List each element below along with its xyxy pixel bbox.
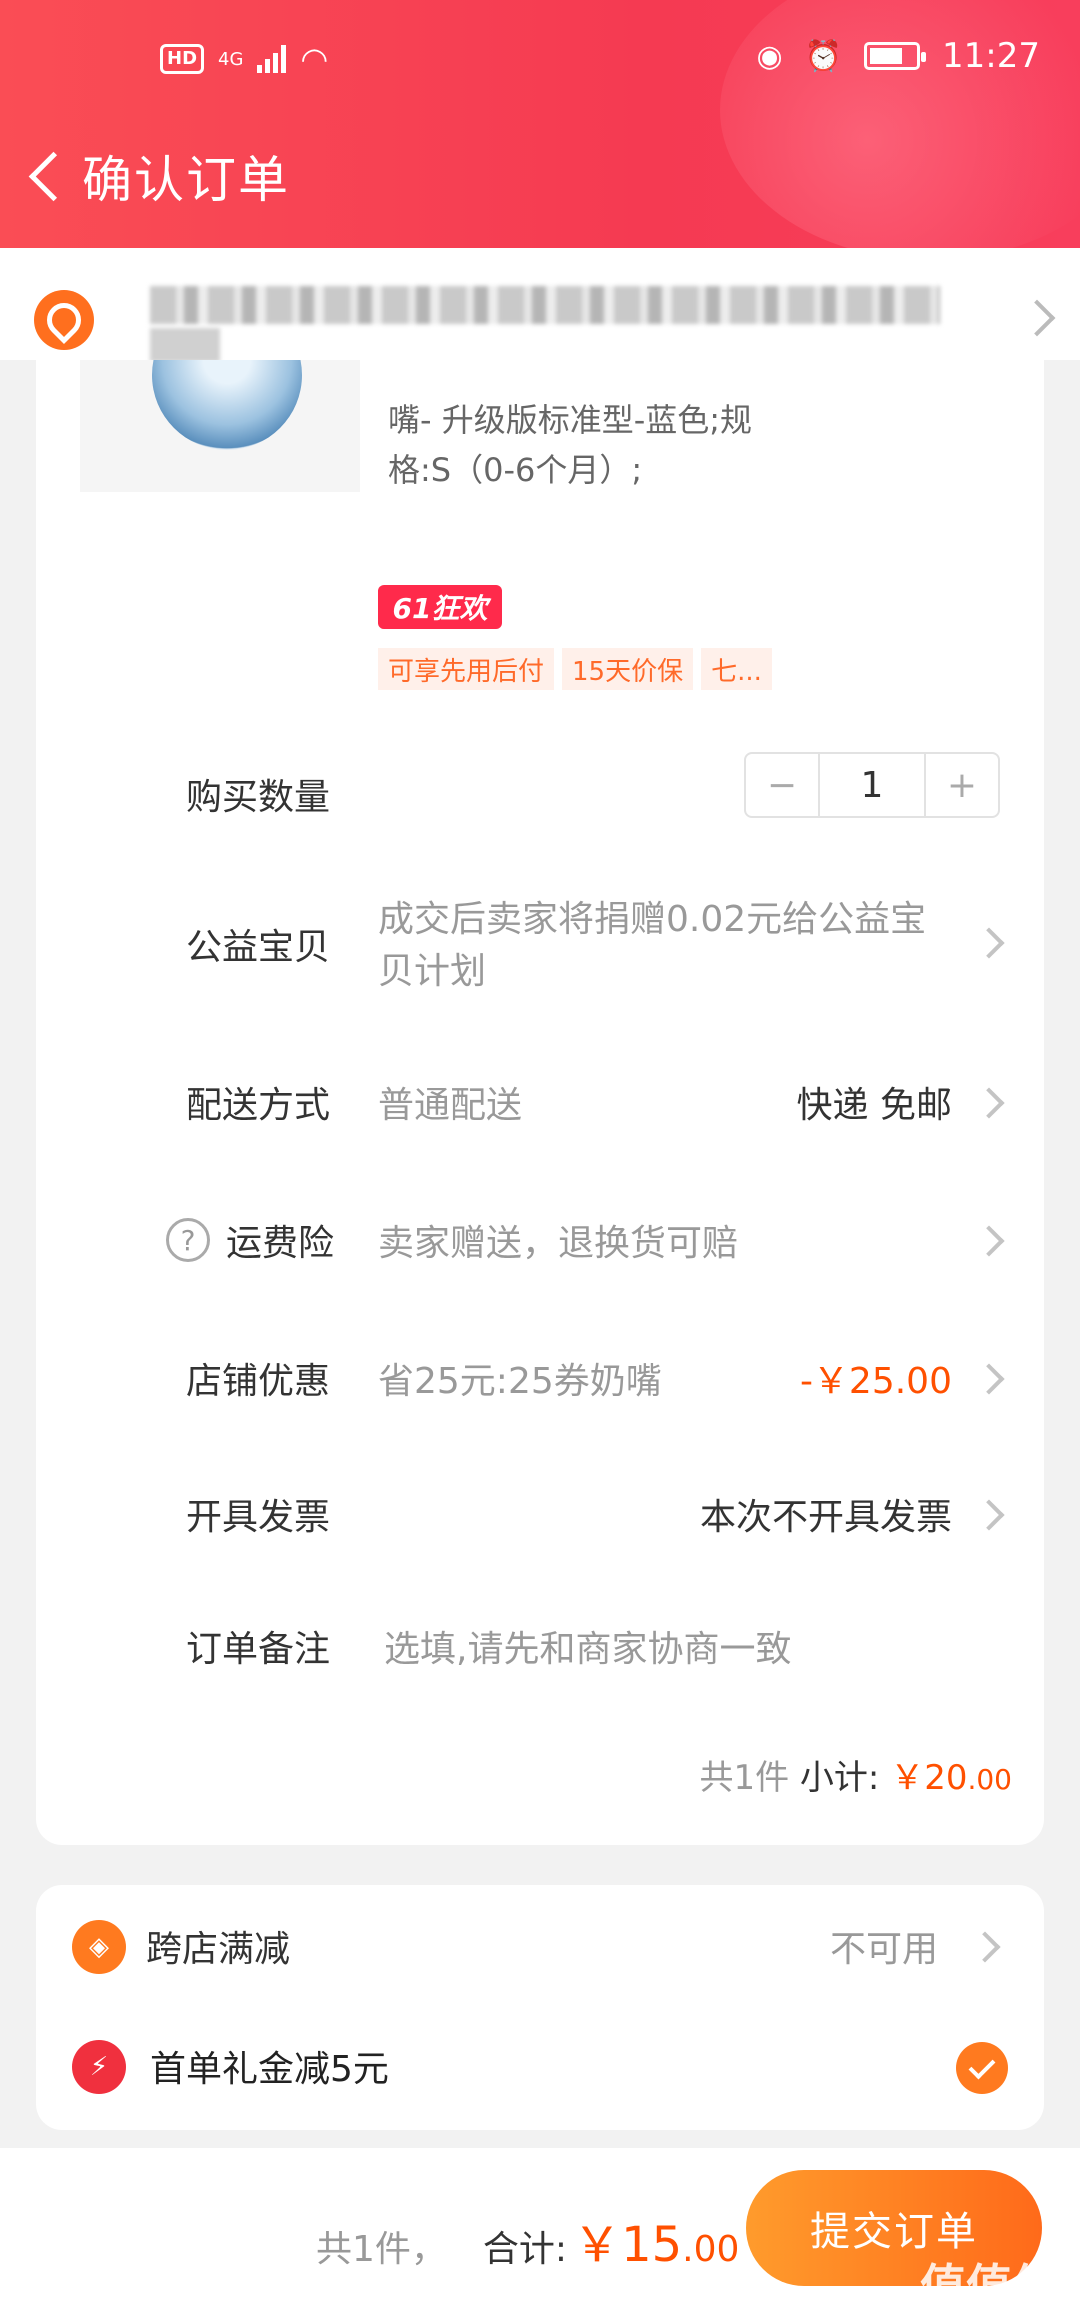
insurance-label: 运费险 xyxy=(226,1223,335,1264)
delivery-desc: 普通配送 xyxy=(378,1085,523,1126)
shop-discount-row[interactable]: 店铺优惠 省25元:25券奶嘴 -￥25.00 xyxy=(0,1352,1080,1412)
cross-store-label: 跨店满减 xyxy=(146,1929,291,1970)
minus-button[interactable]: − xyxy=(746,754,818,816)
chevron-right-icon xyxy=(973,927,1005,959)
delivery-row[interactable]: 配送方式 普通配送 快递 免邮 xyxy=(0,1076,1080,1136)
product-sku-text: 嘴- 升级版标准型-蓝色;规格:S（0-6个月）; xyxy=(388,401,753,489)
service-chips: 可享先用后付 15天价保 七... xyxy=(378,648,780,690)
baby-bottle-image xyxy=(152,360,302,450)
page-title: 确认订单 xyxy=(82,151,290,209)
battery-icon xyxy=(864,42,927,70)
address-text-blurred xyxy=(150,286,940,324)
shop-discount-desc: 省25元:25券奶嘴 xyxy=(378,1361,662,1402)
chevron-right-icon xyxy=(973,1087,1005,1119)
chip-price-protect: 15天价保 xyxy=(562,648,694,690)
charity-label: 公益宝贝 xyxy=(186,927,331,968)
invoice-label: 开具发票 xyxy=(186,1497,331,1538)
remark-label: 订单备注 xyxy=(186,1629,331,1670)
quantity-stepper[interactable]: − 1 + xyxy=(744,752,1000,818)
plus-button[interactable]: + xyxy=(926,754,998,816)
signal-icon xyxy=(257,45,287,73)
cross-store-row[interactable]: 跨店满减 不可用 xyxy=(0,1920,1080,1980)
remark-row: 订单备注 选填,请先和商家协商一致 xyxy=(0,1620,1080,1680)
remark-input[interactable]: 选填,请先和商家协商一致 xyxy=(384,1620,791,1672)
total-label: 合计: xyxy=(482,2229,568,2270)
watermark-logo: 值值值 xyxy=(920,2259,1058,2310)
order-total: 共1件， 合计: ￥15.00 xyxy=(316,2205,739,2275)
total-count: 共1件， xyxy=(316,2229,447,2270)
shop-discount-label: 店铺优惠 xyxy=(186,1361,331,1402)
header-bar: HD 4G ◠ ◉ ⏰ 11:27 确认订单 xyxy=(0,0,1080,250)
subtotal-label: 小计: xyxy=(799,1758,880,1798)
quantity-label: 购买数量 xyxy=(186,777,331,818)
total-price: ￥15.00 xyxy=(573,2217,740,2273)
quantity-value[interactable]: 1 xyxy=(818,754,926,816)
chevron-right-icon xyxy=(969,1931,1001,1963)
clock-time: 11:27 xyxy=(942,36,1040,76)
charity-row[interactable]: 公益宝贝 成交后卖家将捐赠0.02元给公益宝贝计划 xyxy=(0,894,1080,1004)
hd-badge: HD xyxy=(160,44,205,74)
delivery-value: 快递 免邮 xyxy=(796,1085,952,1126)
shop-discount-value: -￥25.00 xyxy=(799,1361,952,1402)
insurance-row[interactable]: 运费险 卖家赠送，退换货可赔 xyxy=(0,1214,1080,1274)
location-pin-icon xyxy=(34,290,94,350)
alarm-icon: ⏰ xyxy=(804,38,843,74)
insurance-desc: 卖家赠送，退换货可赔 xyxy=(378,1223,739,1264)
wifi-icon: ◠ xyxy=(300,40,329,78)
subtotal: 共1件 小计: ￥20.00 xyxy=(699,1750,1012,1799)
first-order-label: 首单礼金减5元 xyxy=(150,2049,389,2090)
invoice-value: 本次不开具发票 xyxy=(699,1497,952,1538)
back-arrow-icon[interactable] xyxy=(20,146,74,206)
checkmark-icon[interactable] xyxy=(956,2042,1008,2094)
network-type: 4G xyxy=(218,48,244,70)
promo-tag: 61狂欢 xyxy=(378,585,502,629)
delivery-label: 配送方式 xyxy=(186,1085,331,1126)
subtotal-price: ￥20.00 xyxy=(890,1758,1012,1798)
first-order-row[interactable]: 首单礼金减5元 xyxy=(0,2040,1080,2100)
product-thumbnail[interactable] xyxy=(80,360,360,492)
status-bar: HD 4G ◠ ◉ ⏰ 11:27 xyxy=(0,36,1080,86)
address-text-blurred-line2 xyxy=(150,328,220,362)
charity-desc: 成交后卖家将捐赠0.02元给公益宝贝计划 xyxy=(378,899,927,992)
eye-icon: ◉ xyxy=(756,38,783,74)
chevron-right-icon xyxy=(973,1363,1005,1395)
chip-pay-later: 可享先用后付 xyxy=(378,648,555,690)
subtotal-count: 共1件 xyxy=(699,1758,790,1798)
chevron-right-icon xyxy=(973,1225,1005,1257)
chevron-right-icon xyxy=(973,1499,1005,1531)
chip-return: 七... xyxy=(701,648,772,690)
cross-store-value: 不可用 xyxy=(829,1929,938,1970)
invoice-row[interactable]: 开具发票 本次不开具发票 xyxy=(0,1488,1080,1548)
